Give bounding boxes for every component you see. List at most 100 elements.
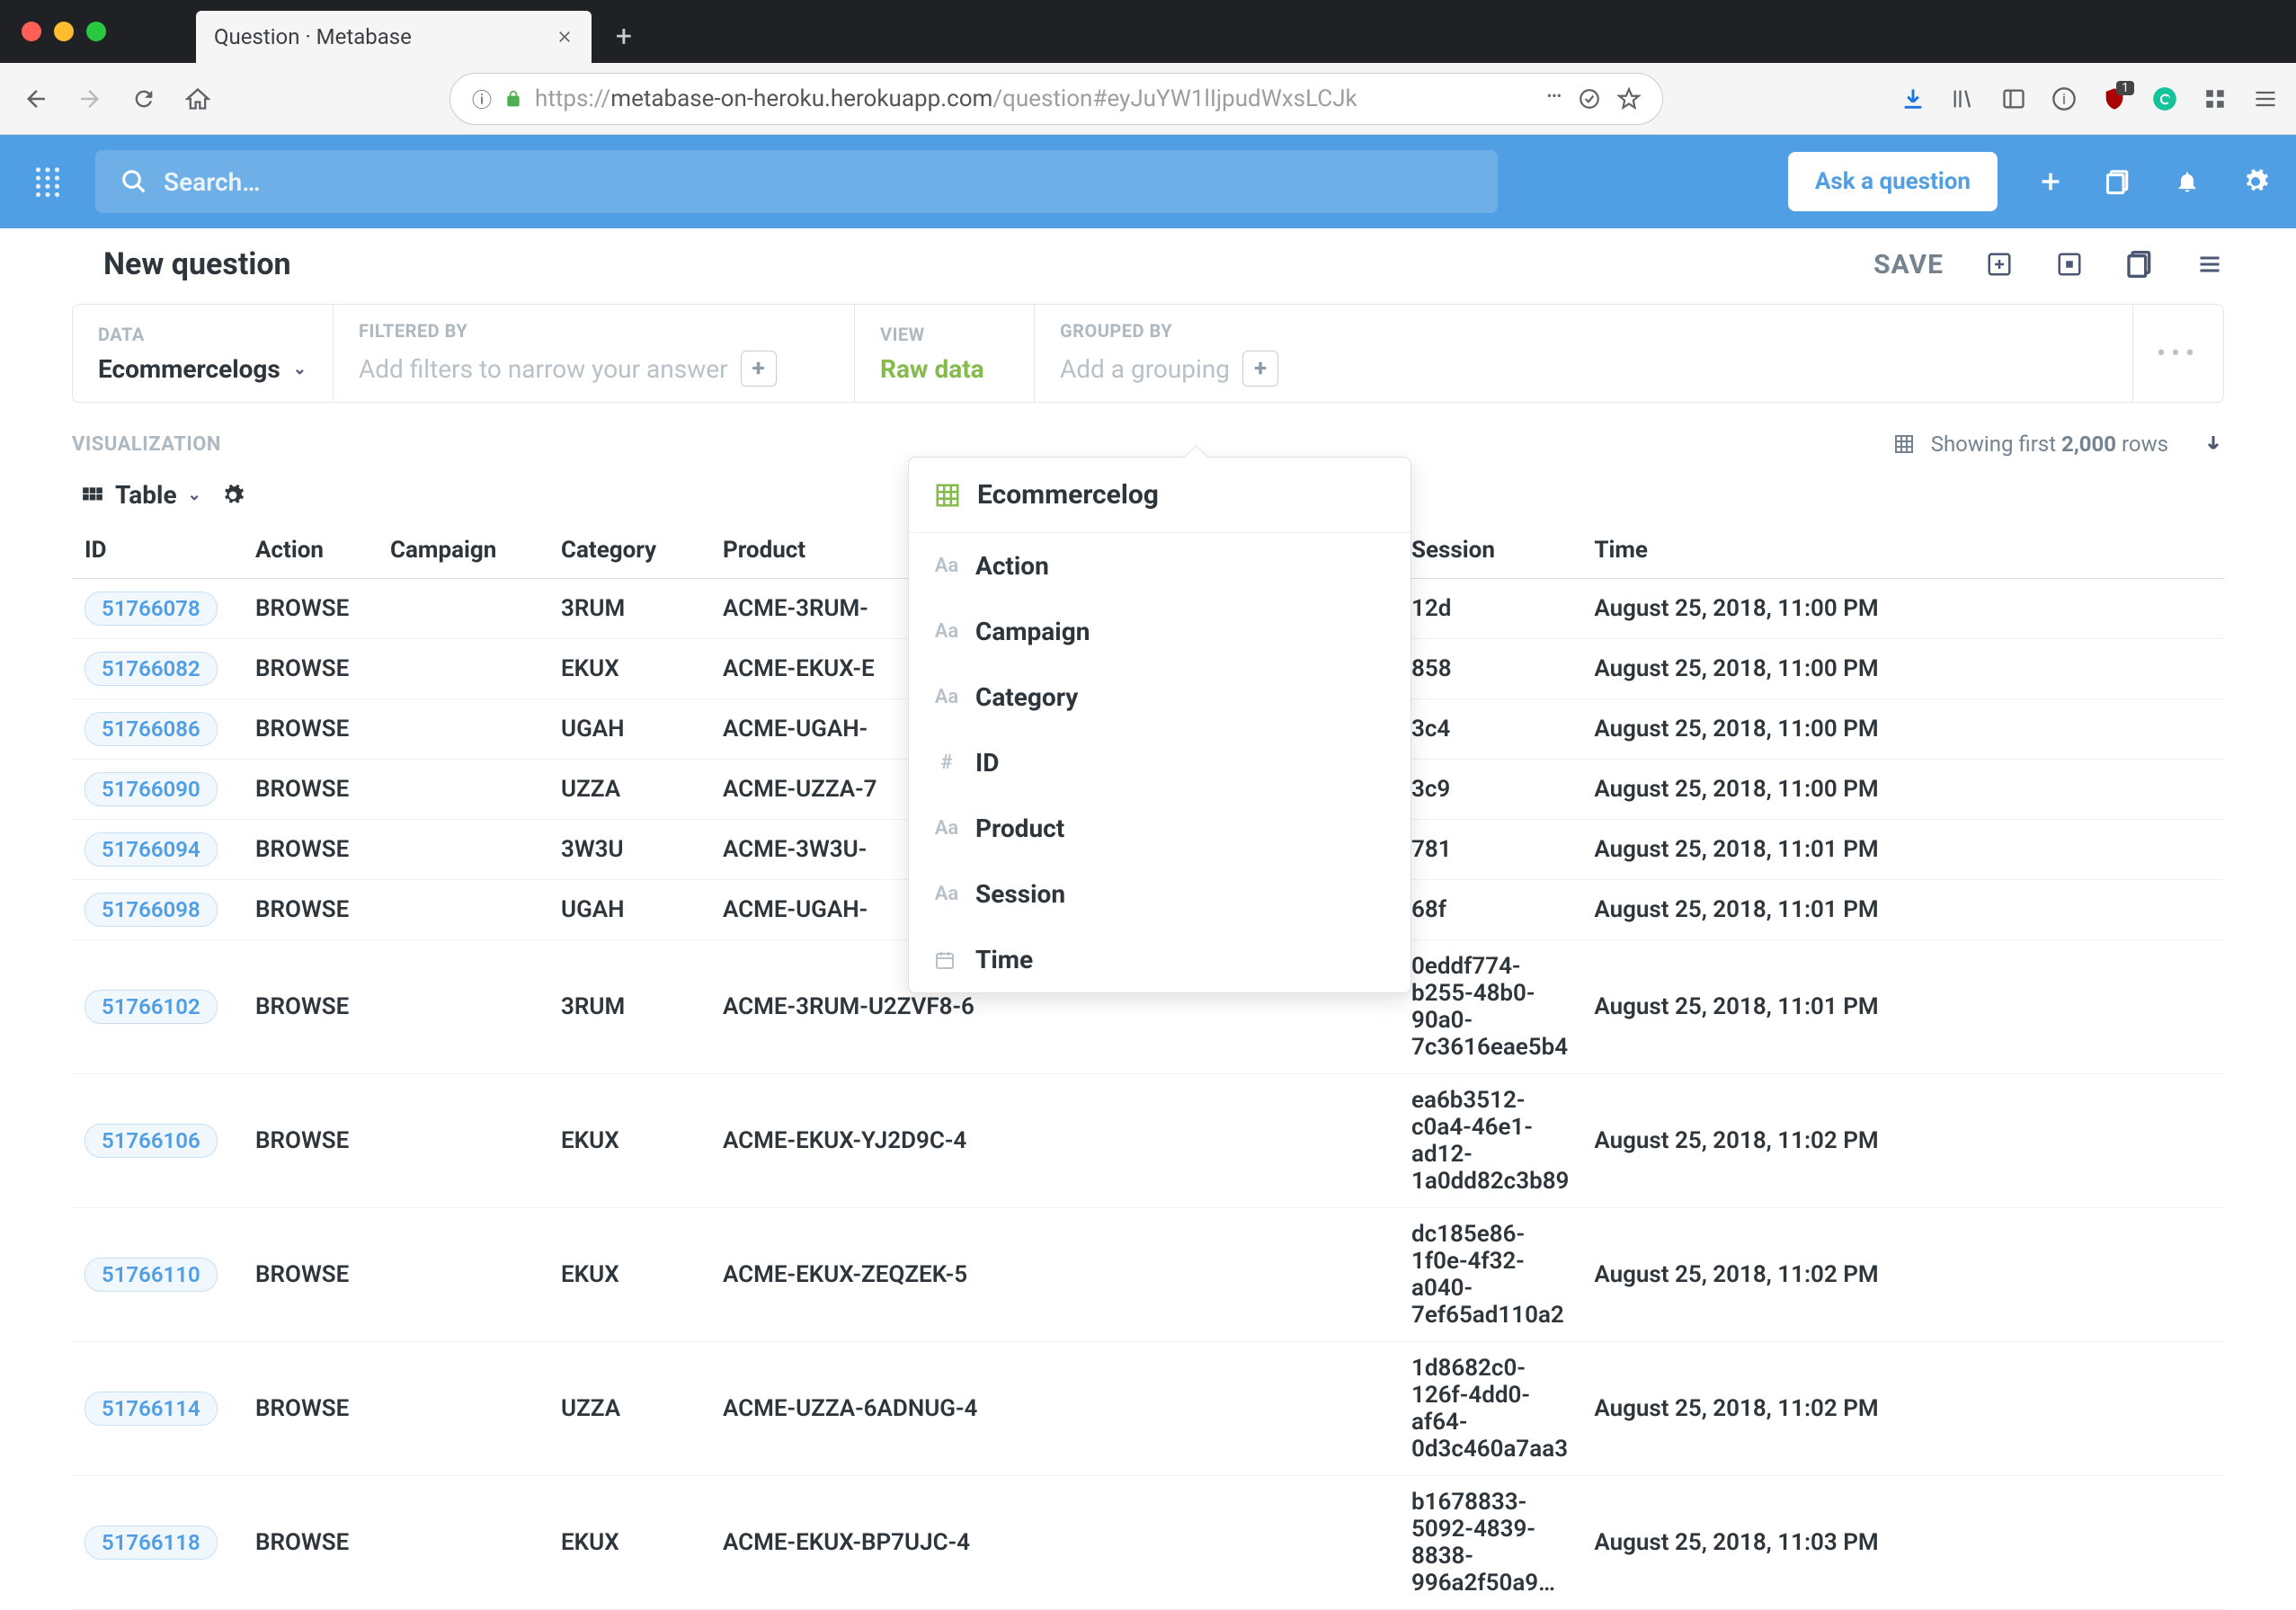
popover-item[interactable]: Time [909,927,1411,992]
qb-filter-placeholder: Add filters to narrow your answer [359,354,728,384]
back-button[interactable] [18,81,54,117]
forward-button[interactable] [72,81,108,117]
cell-session: dc185e86-1f0e-4f32-a040-7ef65ad110a2 [1016,1208,1581,1342]
browser-chrome: Question · Metabase + [0,0,2296,63]
column-header-campaign[interactable]: Campaign [378,522,548,579]
window-maximize-button[interactable] [86,22,106,41]
question-header: New question SAVE [0,228,2296,289]
window-controls [0,22,106,63]
move-icon[interactable] [2055,250,2084,279]
sidebar-icon[interactable] [2001,86,2026,111]
cell-product: ACME-UZZA-6ADNUG-4 [710,1342,1016,1476]
popover-item[interactable]: AaProduct [909,796,1411,861]
cell-category: UGAH [548,699,710,760]
id-pill[interactable]: 51766102 [85,990,218,1024]
visualization-type-picker[interactable]: Table ⌄ [81,480,201,510]
popover-item[interactable]: AaAction [909,533,1411,599]
cell-campaign [378,760,548,820]
column-header-time[interactable]: Time [1581,522,2224,579]
home-button[interactable] [180,81,216,117]
cell-category: UZZA [548,1342,710,1476]
table-row[interactable]: 51766114 BROWSE UZZA ACME-UZZA-6ADNUG-4 … [72,1342,2224,1476]
qb-view-value: Raw data [880,354,1009,384]
search-input[interactable] [164,167,1473,197]
cell-campaign [378,940,548,1074]
reload-button[interactable] [126,81,162,117]
library-icon[interactable] [1951,86,1976,111]
qb-more-button[interactable]: ••• [2133,305,2223,402]
gear-icon[interactable] [2240,166,2271,197]
history-icon[interactable] [2125,250,2154,279]
id-pill[interactable]: 51766118 [85,1525,218,1560]
add-to-dashboard-icon[interactable] [1985,250,2014,279]
id-pill[interactable]: 51766082 [85,652,218,686]
cell-time: August 25, 2018, 11:02 PM [1581,1208,2224,1342]
table-row[interactable]: 51766118 BROWSE EKUX ACME-EKUX-BP7UJC-4 … [72,1476,2224,1610]
id-pill[interactable]: 51766114 [85,1392,218,1426]
cell-action: BROWSE [243,1208,378,1342]
table-source-icon [934,482,961,509]
id-pill[interactable]: 51766090 [85,772,218,806]
new-tab-button[interactable]: + [602,14,645,58]
info-icon[interactable]: i [2051,86,2077,111]
metabase-logo-icon[interactable] [25,159,70,204]
grammarly-icon[interactable] [2152,86,2177,111]
window-close-button[interactable] [22,22,41,41]
id-pill[interactable]: 51766098 [85,893,218,927]
tab-title: Question · Metabase [214,24,541,49]
cell-time: August 25, 2018, 11:00 PM [1581,760,2224,820]
ublock-icon[interactable]: 1 [2102,86,2127,111]
field-type-icon: Aa [934,555,959,577]
qb-filter-label: FILTERED BY [359,320,829,342]
cell-category: EKUX [548,1074,710,1208]
bookmark-icon[interactable] [1617,87,1641,111]
id-pill[interactable]: 51766106 [85,1124,218,1158]
column-header-category[interactable]: Category [548,522,710,579]
cell-product: ACME-EKUX-YJ2D9C-4 [710,1074,1016,1208]
browser-tab-active[interactable]: Question · Metabase [196,11,592,63]
ask-question-button[interactable]: Ask a question [1788,152,1998,211]
add-icon[interactable] [2035,166,2066,197]
download-icon[interactable] [2203,430,2224,458]
more-icon[interactable] [2195,250,2224,279]
add-grouping-button[interactable]: + [1242,351,1278,387]
site-info-icon[interactable]: ⓘ [472,85,492,113]
menu-icon[interactable] [2253,86,2278,111]
id-pill[interactable]: 51766078 [85,592,218,626]
popover-item[interactable]: #ID [909,730,1411,796]
qb-data-section[interactable]: DATA Ecommercelogs⌄ [73,305,334,402]
cell-category: UGAH [548,880,710,940]
cell-category: UZZA [548,760,710,820]
url-bar[interactable]: ⓘ https://metabase-on-heroku.herokuapp.c… [449,73,1663,125]
add-filter-button[interactable]: + [741,351,777,387]
table-row[interactable]: 51766110 BROWSE EKUX ACME-EKUX-ZEQZEK-5 … [72,1208,2224,1342]
query-builder-bar: DATA Ecommercelogs⌄ FILTERED BY Add filt… [72,304,2224,403]
popover-item[interactable]: AaSession [909,861,1411,927]
reader-mode-icon[interactable] [1578,87,1601,111]
save-button[interactable]: SAVE [1873,249,1944,280]
search-box[interactable] [95,150,1498,213]
collections-icon[interactable] [2104,166,2134,197]
id-pill[interactable]: 51766086 [85,712,218,746]
qb-data-value: Ecommercelogs [98,354,280,384]
id-pill[interactable]: 51766110 [85,1258,218,1292]
settings-gear-icon[interactable] [221,484,245,507]
calendar-icon [934,949,959,971]
popover-item[interactable]: AaCampaign [909,599,1411,664]
chevron-down-icon: ⌄ [293,360,307,378]
popover-item[interactable]: AaCategory [909,664,1411,730]
tab-close-icon[interactable] [556,28,574,46]
qb-view-section[interactable]: VIEW Raw data [855,305,1035,402]
window-minimize-button[interactable] [54,22,74,41]
bell-icon[interactable] [2172,166,2203,197]
apps-icon[interactable] [2203,86,2228,111]
table-row[interactable]: 51766106 BROWSE EKUX ACME-EKUX-YJ2D9C-4 … [72,1074,2224,1208]
cell-time: August 25, 2018, 11:00 PM [1581,639,2224,699]
more-actions-icon[interactable]: ••• [1547,87,1562,111]
id-pill[interactable]: 51766094 [85,832,218,867]
column-header-id[interactable]: ID [72,522,243,579]
popover-title: Ecommercelog [977,479,1159,511]
downloads-icon[interactable] [1900,86,1926,111]
popover-item-label: Campaign [975,617,1090,646]
column-header-action[interactable]: Action [243,522,378,579]
